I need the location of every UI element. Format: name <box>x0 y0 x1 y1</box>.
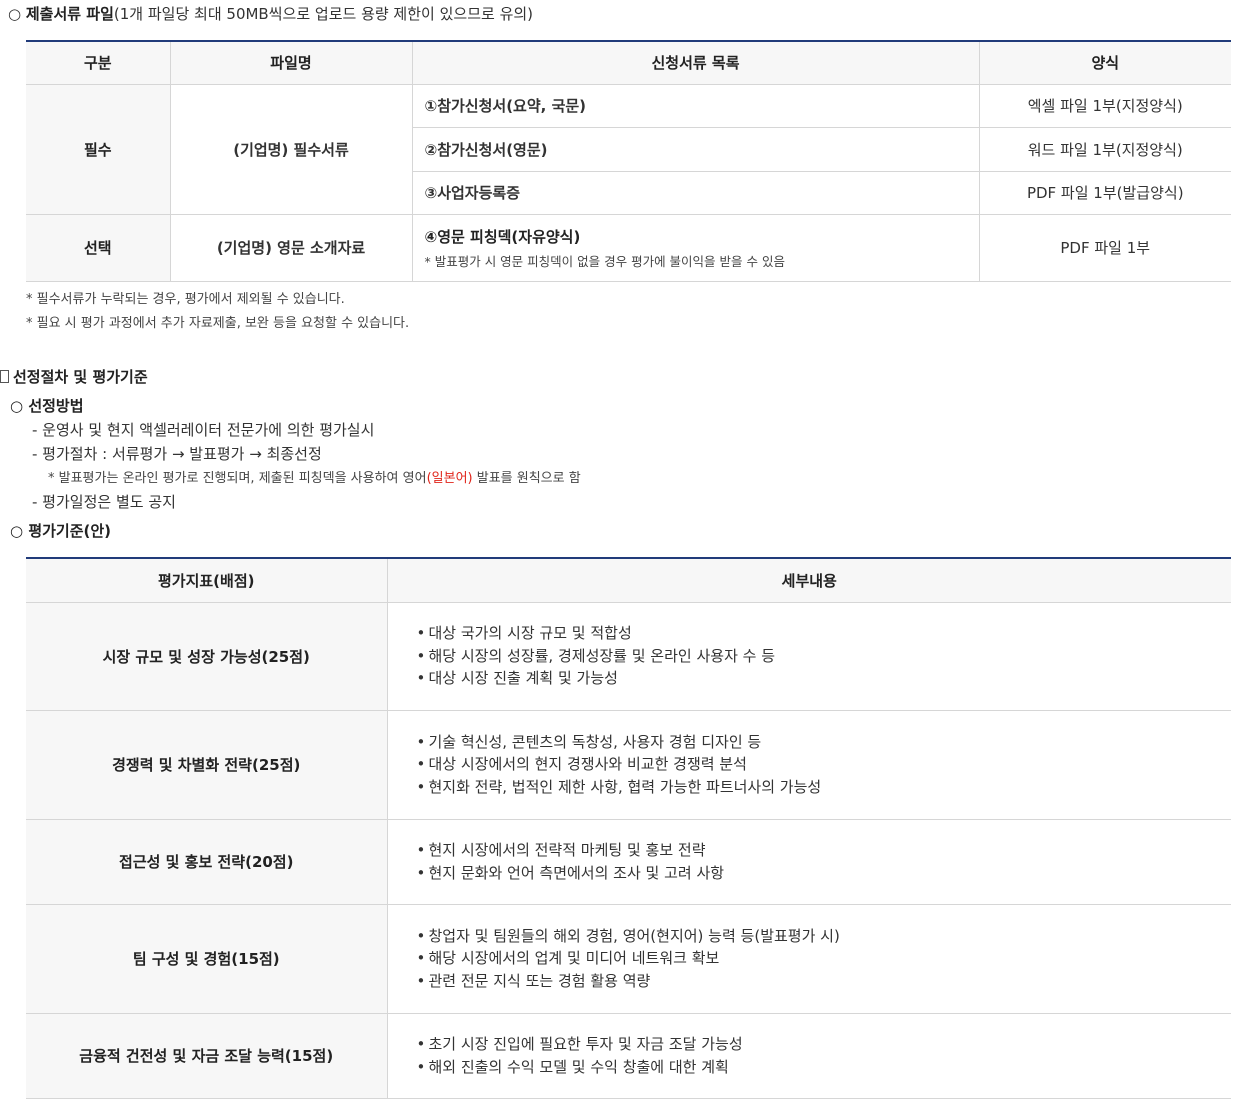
group-required: 필수 <box>26 83 171 215</box>
list-item: 초기 시장 진입에 필요한 투자 및 자금 조달 가능성 <box>417 1033 1231 1056</box>
section2-title-text: 선정절차 및 평가기준 <box>13 368 148 386</box>
list-item: 현지 시장에서의 전략적 마케팅 및 홍보 전략 <box>417 839 1231 862</box>
submission-docs-table: 구분 파일명 신청서류 목록 양식 필수 (기업명) 필수서류 ①참가신청서(요… <box>26 40 1231 282</box>
table-header-row: 평가지표(배점) 세부내용 <box>26 558 1231 603</box>
method-item: - 평가일정은 별도 공지 <box>32 493 176 511</box>
footnote: * 필수서류가 누락되는 경우, 평가에서 제외될 수 있습니다. <box>26 292 345 307</box>
doc-item-name: ④영문 피칭덱(자유양식) <box>424 227 581 246</box>
doc-form: PDF 파일 1부(발급양식) <box>978 170 1231 215</box>
list-item: 해외 진출의 수익 모델 및 수익 창출에 대한 계획 <box>417 1056 1231 1079</box>
table-row: 시장 규모 및 성장 가능성(25점) 대상 국가의 시장 규모 및 적합성 해… <box>26 601 1231 711</box>
indicator-cell: 접근성 및 홍보 전략(20점) <box>26 818 388 905</box>
doc-item: ①참가신청서(요약, 국문) <box>411 83 980 128</box>
list-item: 대상 시장 진출 계획 및 가능성 <box>417 667 1231 690</box>
table-row: 필수 (기업명) 필수서류 ①참가신청서(요약, 국문) 엑셀 파일 1부(지정… <box>26 83 1231 215</box>
col-header-category: 구분 <box>26 41 171 85</box>
details-cell: 초기 시장 진입에 필요한 투자 및 자금 조달 가능성 해외 진출의 수익 모… <box>386 1012 1231 1099</box>
col-header-doc-list: 신청서류 목록 <box>411 41 980 85</box>
section2-title: 선정절차 및 평가기준 <box>0 366 148 388</box>
details-cell: 대상 국가의 시장 규모 및 적합성 해당 시장의 성장률, 경제성장률 및 온… <box>386 601 1231 711</box>
list-item: 관련 전문 지식 또는 경험 활용 역량 <box>417 970 1231 993</box>
indicator-cell: 금융적 건전성 및 자금 조달 능력(15점) <box>26 1012 388 1099</box>
list-item: 현지 문화와 언어 측면에서의 조사 및 고려 사항 <box>417 862 1231 885</box>
col-header-details: 세부내용 <box>386 558 1231 603</box>
group-optional: 선택 <box>26 213 171 282</box>
list-item: 현지화 전략, 법적인 제한 사항, 협력 가능한 파트너사의 가능성 <box>417 776 1231 799</box>
criteria-heading: ○ 평가기준(안) <box>10 520 111 542</box>
list-item: 기술 혁신성, 콘텐츠의 독창성, 사용자 경험 디자인 등 <box>417 731 1231 754</box>
list-item: 해당 시장의 성장률, 경제성장률 및 온라인 사용자 수 등 <box>417 645 1231 668</box>
details-cell: 기술 혁신성, 콘텐츠의 독창성, 사용자 경험 디자인 등 대상 시장에서의 … <box>386 709 1231 820</box>
doc-form: 엑셀 파일 1부(지정양식) <box>978 83 1231 128</box>
checkbox-square-icon <box>0 370 9 383</box>
table-row: 팀 구성 및 경험(15점) 창업자 및 팀원들의 해외 경험, 영어(현지어)… <box>26 903 1231 1014</box>
col-header-filename: 파일명 <box>169 41 413 85</box>
criteria-title: 평가기준(안) <box>28 522 112 540</box>
subnote-text-end: 발표를 원칙으로 함 <box>472 471 581 486</box>
optional-file-name: (기업명) 영문 소개자료 <box>169 213 413 282</box>
col-header-form: 양식 <box>978 41 1231 85</box>
table-row: 선택 (기업명) 영문 소개자료 ④영문 피칭덱(자유양식) * 발표평가 시 … <box>26 213 1231 282</box>
indicator-cell: 팀 구성 및 경험(15점) <box>26 903 388 1014</box>
method-heading: ○ 선정방법 <box>10 395 84 417</box>
section1-heading-note: (1개 파일당 최대 50MB씩으로 업로드 용량 제한이 있으므로 유의) <box>113 5 534 23</box>
doc-item: ②참가신청서(영문) <box>412 126 980 172</box>
method-item: - 평가절차 : 서류평가 → 발표평가 → 최종선정 <box>32 445 322 463</box>
indicator-cell: 시장 규모 및 성장 가능성(25점) <box>26 601 388 711</box>
section1-heading: ○ 제출서류 파일(1개 파일당 최대 50MB씩으로 업로드 용량 제한이 있… <box>8 3 533 25</box>
circle-bullet: ○ <box>8 5 22 23</box>
doc-item-optional: ④영문 피칭덱(자유양식) * 발표평가 시 영문 피칭덱이 없을 경우 평가에… <box>411 213 980 282</box>
section1-heading-title: 제출서류 파일 <box>25 5 114 23</box>
details-cell: 창업자 및 팀원들의 해외 경험, 영어(현지어) 능력 등(발표평가 시) 해… <box>386 903 1231 1014</box>
method-item: - 운영사 및 현지 액셀러레이터 전문가에 의한 평가실시 <box>32 421 375 439</box>
footnote: * 필요 시 평가 과정에서 추가 자료제출, 보완 등을 요청할 수 있습니다… <box>26 316 410 331</box>
method-subnote: * 발표평가는 온라인 평가로 진행되며, 제출된 피칭덱을 사용하여 영어(일… <box>48 470 581 488</box>
subnote-text: * 발표평가는 온라인 평가로 진행되며, 제출된 피칭덱을 사용하여 영어 <box>48 471 427 486</box>
list-item: 창업자 및 팀원들의 해외 경험, 영어(현지어) 능력 등(발표평가 시) <box>417 925 1231 948</box>
col-header-indicator: 평가지표(배점) <box>26 558 388 603</box>
required-file-name: (기업명) 필수서류 <box>169 83 413 215</box>
list-item: 대상 시장에서의 현지 경쟁사와 비교한 경쟁력 분석 <box>417 753 1231 776</box>
circle-bullet: ○ <box>10 397 24 415</box>
subnote-highlight: (일본어) <box>426 471 473 486</box>
table-row: 금융적 건전성 및 자금 조달 능력(15점) 초기 시장 진입에 필요한 투자… <box>26 1012 1231 1099</box>
method-title: 선정방법 <box>28 397 84 415</box>
doc-form: PDF 파일 1부 <box>978 213 1231 282</box>
table-row: 접근성 및 홍보 전략(20점) 현지 시장에서의 전략적 마케팅 및 홍보 전… <box>26 818 1231 905</box>
indicator-cell: 경쟁력 및 차별화 전략(25점) <box>26 709 388 820</box>
doc-item: ③사업자등록증 <box>412 170 980 215</box>
doc-item-note: * 발표평가 시 영문 피칭덱이 없을 경우 평가에 불이익을 받을 수 있음 <box>424 253 785 269</box>
table-header-row: 구분 파일명 신청서류 목록 양식 <box>26 41 1231 85</box>
doc-form: 워드 파일 1부(지정양식) <box>978 126 1231 172</box>
table-row: 경쟁력 및 차별화 전략(25점) 기술 혁신성, 콘텐츠의 독창성, 사용자 … <box>26 709 1231 820</box>
list-item: 대상 국가의 시장 규모 및 적합성 <box>417 622 1231 645</box>
details-cell: 현지 시장에서의 전략적 마케팅 및 홍보 전략 현지 문화와 언어 측면에서의… <box>386 818 1231 905</box>
list-item: 해당 시장에서의 업계 및 미디어 네트워크 확보 <box>417 947 1231 970</box>
circle-bullet: ○ <box>10 522 24 540</box>
criteria-table: 평가지표(배점) 세부내용 시장 규모 및 성장 가능성(25점) 대상 국가의… <box>26 557 1231 1099</box>
